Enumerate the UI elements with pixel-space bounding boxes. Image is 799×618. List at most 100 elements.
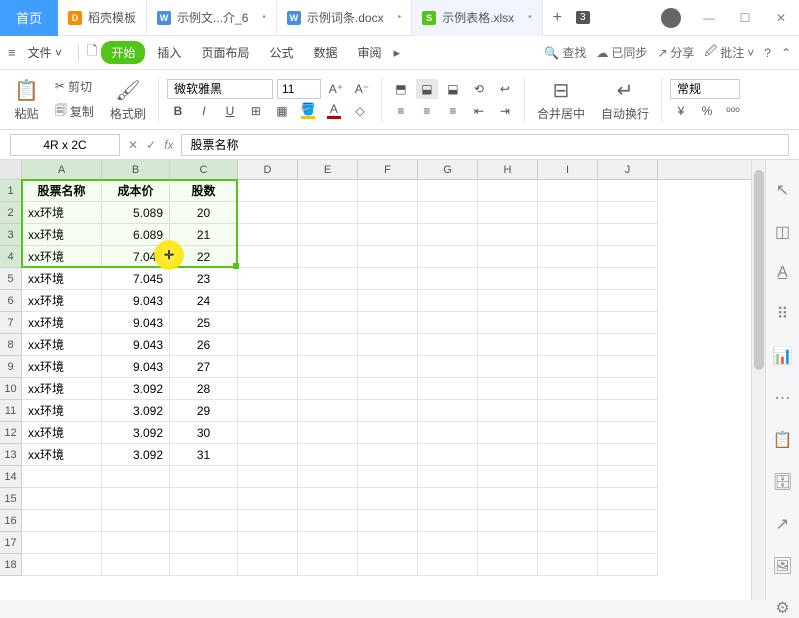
cell[interactable] — [538, 268, 598, 290]
cell[interactable]: 7.045 — [102, 246, 170, 268]
cell[interactable]: xx环境 — [22, 246, 102, 268]
vertical-scrollbar[interactable] — [751, 160, 765, 600]
cell[interactable] — [478, 180, 538, 202]
cell[interactable] — [170, 466, 238, 488]
paste-button[interactable]: 📋粘贴 — [10, 76, 43, 124]
row-header-12[interactable]: 12 — [0, 422, 21, 444]
cell[interactable] — [170, 488, 238, 510]
cell[interactable] — [598, 400, 658, 422]
cell[interactable] — [358, 532, 418, 554]
minimize-button[interactable]: — — [691, 0, 727, 36]
font-color-button[interactable]: A — [323, 101, 345, 121]
cell[interactable] — [598, 444, 658, 466]
cell[interactable] — [298, 554, 358, 576]
cell[interactable] — [538, 334, 598, 356]
cell[interactable] — [418, 356, 478, 378]
cell[interactable] — [478, 290, 538, 312]
cell[interactable]: 6.089 — [102, 224, 170, 246]
row-header-4[interactable]: 4 — [0, 246, 21, 268]
col-header-h[interactable]: H — [478, 160, 538, 179]
cell[interactable] — [298, 290, 358, 312]
cell[interactable] — [538, 444, 598, 466]
style-tool-icon[interactable]: A̲ — [777, 264, 788, 282]
cell[interactable] — [170, 554, 238, 576]
cell[interactable]: xx环境 — [22, 290, 102, 312]
orientation-icon[interactable]: ⟲ — [468, 79, 490, 99]
cell[interactable]: 27 — [170, 356, 238, 378]
cell[interactable] — [478, 378, 538, 400]
cell[interactable] — [538, 554, 598, 576]
cell[interactable] — [598, 532, 658, 554]
merge-button[interactable]: ⊟合并居中 — [533, 76, 589, 124]
cell[interactable] — [358, 356, 418, 378]
fill-color-button[interactable]: 🪣 — [297, 101, 319, 121]
cell[interactable] — [238, 334, 298, 356]
menu-layout[interactable]: 页面布局 — [193, 40, 257, 65]
cell[interactable]: xx环境 — [22, 202, 102, 224]
cell[interactable] — [478, 202, 538, 224]
menu-formula[interactable]: 公式 — [261, 40, 301, 65]
cell[interactable] — [418, 378, 478, 400]
cell[interactable] — [598, 488, 658, 510]
decrease-size-icon[interactable]: A⁻ — [351, 79, 373, 99]
close-button[interactable]: ✕ — [763, 0, 799, 36]
menu-file[interactable]: 文件 ˅ — [20, 40, 70, 65]
cell[interactable]: 21 — [170, 224, 238, 246]
cell[interactable] — [358, 334, 418, 356]
cell[interactable] — [238, 510, 298, 532]
cell[interactable] — [102, 554, 170, 576]
menu-data[interactable]: 数据 — [305, 40, 345, 65]
cell[interactable]: xx环境 — [22, 268, 102, 290]
chevron-right-icon[interactable]: ▸ — [394, 45, 401, 61]
cell[interactable]: 3.092 — [102, 422, 170, 444]
menu-insert[interactable]: 插入 — [149, 40, 189, 65]
size-select[interactable] — [277, 79, 321, 99]
col-header-b[interactable]: B — [102, 160, 170, 179]
align-bottom-icon[interactable]: ⬓ — [442, 79, 464, 99]
cell[interactable] — [598, 510, 658, 532]
cell[interactable] — [598, 180, 658, 202]
cancel-icon[interactable]: ✕ — [128, 138, 138, 152]
cell[interactable] — [538, 510, 598, 532]
grid[interactable]: A B C D E F G H I J 12345678910111213141… — [0, 160, 751, 600]
cell[interactable] — [478, 444, 538, 466]
cell[interactable] — [478, 246, 538, 268]
tab-count-badge[interactable]: 3 — [576, 11, 590, 24]
collapse-ribbon-icon[interactable]: ⌃ — [781, 46, 791, 60]
settings-icon[interactable]: ⚙ — [775, 598, 789, 618]
percent-icon[interactable]: % — [696, 101, 718, 121]
row-header-16[interactable]: 16 — [0, 510, 21, 532]
underline-button[interactable]: U — [219, 101, 241, 121]
cell[interactable]: 24 — [170, 290, 238, 312]
cell[interactable]: 3.092 — [102, 378, 170, 400]
cell[interactable] — [298, 532, 358, 554]
cell[interactable] — [238, 532, 298, 554]
cell[interactable] — [22, 488, 102, 510]
col-header-d[interactable]: D — [238, 160, 298, 179]
save-icon[interactable]: 🗋 — [87, 42, 97, 64]
clipboard-icon[interactable]: 📋 — [773, 430, 793, 450]
cell[interactable] — [538, 378, 598, 400]
cell[interactable] — [238, 224, 298, 246]
cell[interactable] — [418, 334, 478, 356]
cell[interactable] — [418, 202, 478, 224]
maximize-button[interactable]: ☐ — [727, 0, 763, 36]
cell[interactable]: 5.089 — [102, 202, 170, 224]
indent-right-icon[interactable]: ⇥ — [494, 101, 516, 121]
cell[interactable] — [298, 224, 358, 246]
confirm-icon[interactable]: ✓ — [146, 138, 156, 152]
cell[interactable]: 3.092 — [102, 444, 170, 466]
format-painter-button[interactable]: 🖌格式刷 — [106, 76, 150, 124]
menu-review[interactable]: 审阅 — [349, 40, 389, 65]
cell[interactable] — [22, 554, 102, 576]
cell[interactable]: xx环境 — [22, 400, 102, 422]
cell[interactable]: 25 — [170, 312, 238, 334]
name-box[interactable] — [10, 134, 120, 156]
row-header-14[interactable]: 14 — [0, 466, 21, 488]
font-select[interactable] — [167, 79, 273, 99]
row-header-2[interactable]: 2 — [0, 202, 21, 224]
cell[interactable] — [238, 246, 298, 268]
col-header-i[interactable]: I — [538, 160, 598, 179]
apps-icon[interactable]: ⠿ — [777, 304, 789, 324]
cell[interactable] — [298, 268, 358, 290]
